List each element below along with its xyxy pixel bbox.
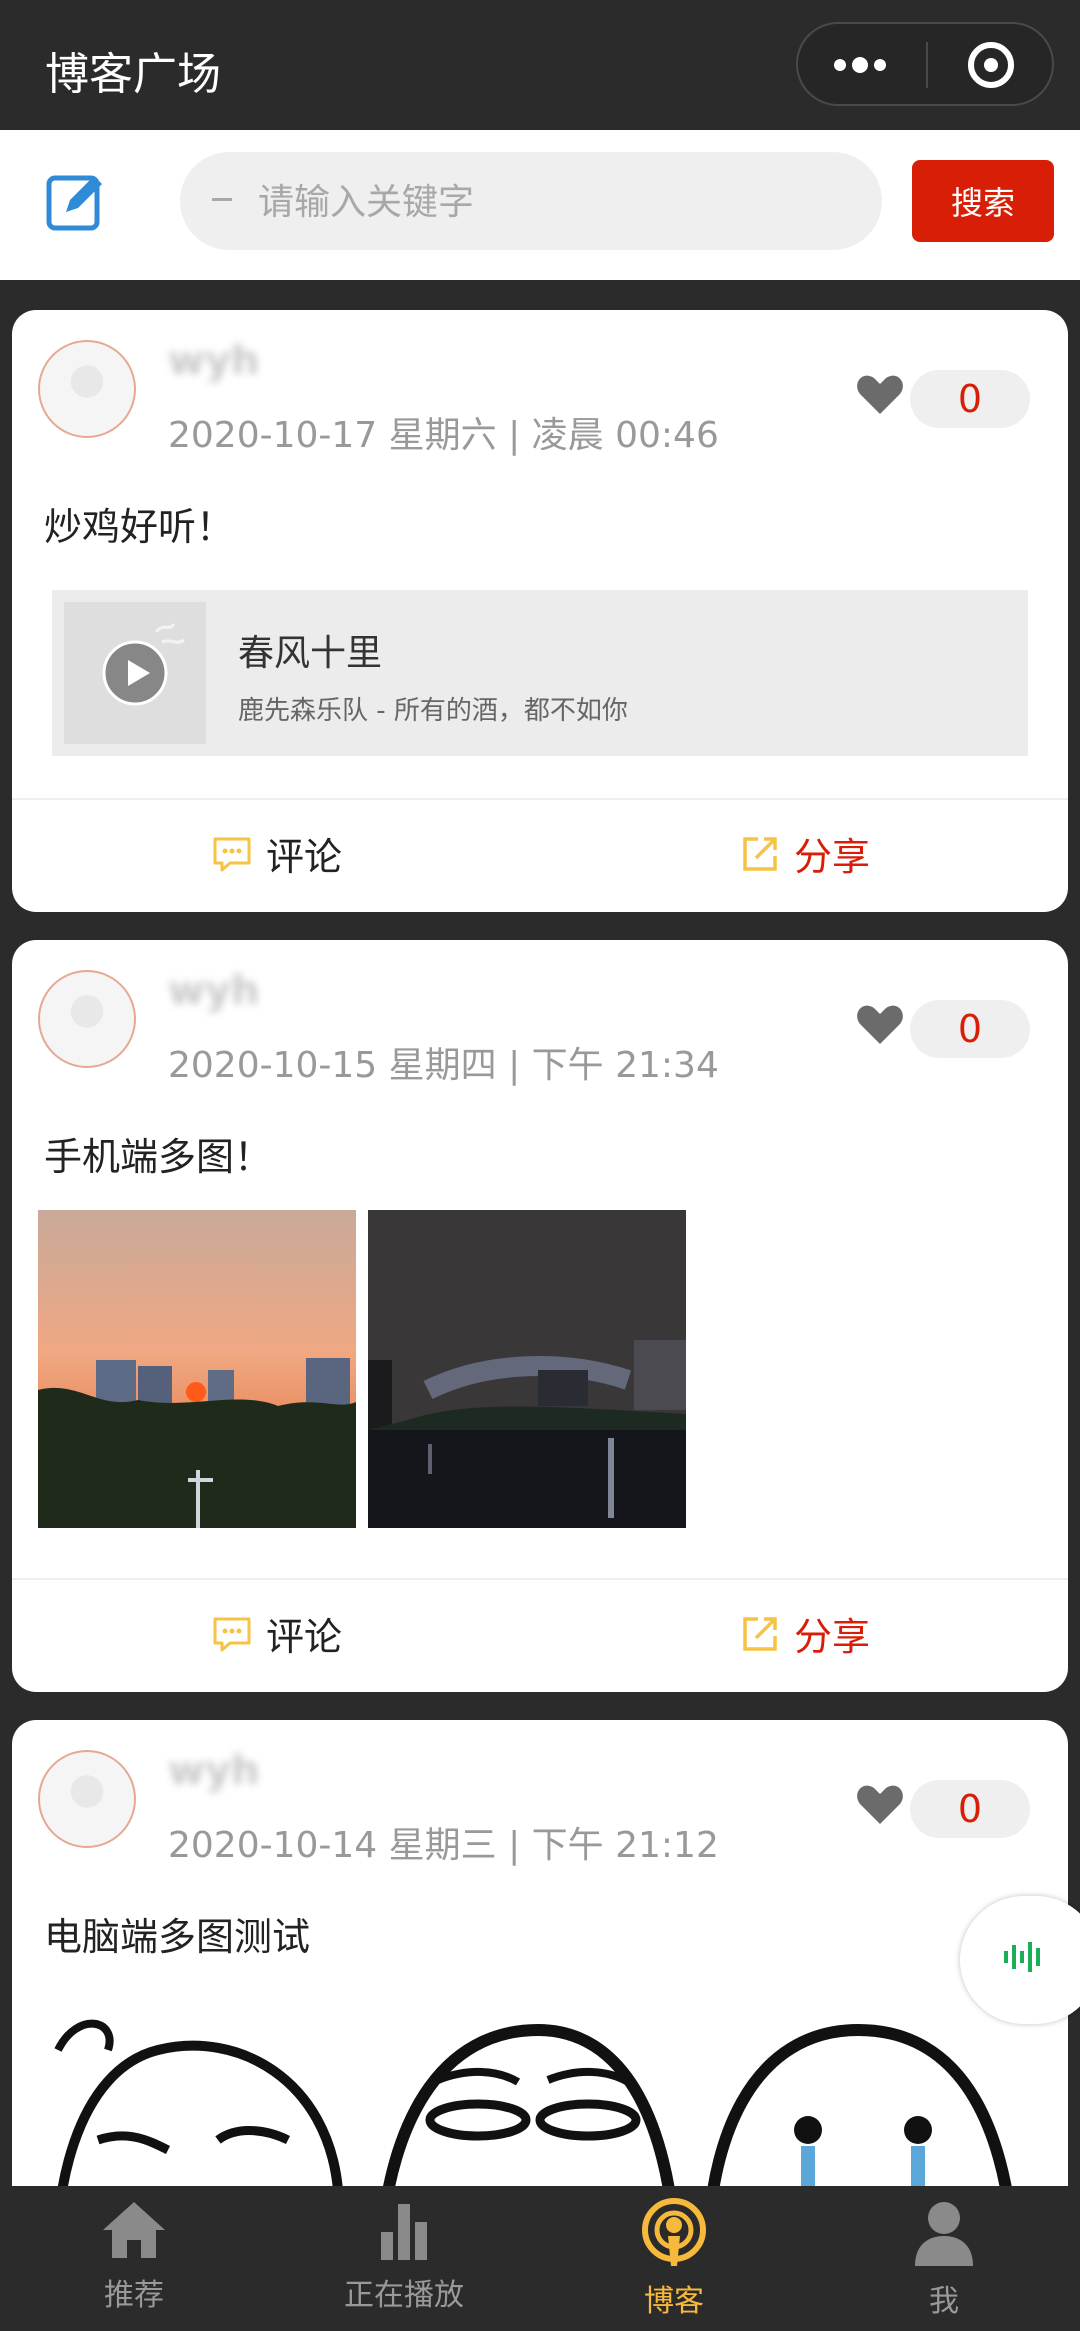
post-text: 手机端多图！ bbox=[44, 1135, 273, 1179]
post-image-sunset[interactable] bbox=[38, 1210, 356, 1528]
comment-button[interactable]: 评论 bbox=[212, 826, 342, 886]
action-bar: 评论 分享 bbox=[12, 798, 1068, 912]
username: wyh bbox=[168, 968, 260, 1014]
bar-chart-icon bbox=[381, 2204, 427, 2260]
search-bar: 搜索 bbox=[0, 130, 1080, 280]
song-artist: 鹿先森乐队 - 所有的酒，都不如你 bbox=[238, 696, 628, 726]
search-box bbox=[180, 152, 882, 250]
sound-wave-icon bbox=[1004, 1942, 1040, 1972]
post-text: 炒鸡好听！ bbox=[44, 505, 235, 549]
comment-button[interactable]: 评论 bbox=[212, 1606, 342, 1666]
action-bar: 评论 分享 bbox=[12, 1578, 1068, 1692]
avatar[interactable] bbox=[38, 970, 136, 1068]
search-input[interactable] bbox=[256, 176, 860, 228]
tab-recommend[interactable]: 推荐 bbox=[34, 2198, 234, 2314]
album-art bbox=[64, 602, 206, 744]
post-card: wyh 2020-10-15 星期四 | 下午 21:34 0 手机端多图！ 评… bbox=[12, 940, 1068, 1692]
song-title: 春风十里 bbox=[238, 633, 383, 674]
floating-music-button[interactable] bbox=[960, 1896, 1080, 2024]
comment-icon bbox=[213, 1617, 251, 1651]
page-title: 博客广场 bbox=[45, 49, 221, 100]
post-image-night-lake[interactable] bbox=[368, 1210, 686, 1528]
post-timestamp: 2020-10-17 星期六 | 凌晨 00:46 bbox=[168, 415, 719, 456]
share-label: 分享 bbox=[794, 1615, 871, 1659]
avatar[interactable] bbox=[38, 1750, 136, 1848]
tab-now-playing[interactable]: 正在播放 bbox=[304, 2198, 504, 2314]
post-card: wyh 2020-10-17 星期六 | 凌晨 00:46 0 炒鸡好听！ 春风… bbox=[12, 310, 1068, 912]
like-count[interactable]: 0 bbox=[910, 1780, 1030, 1838]
post-card: wyh 2020-10-14 星期三 | 下午 21:12 0 电脑端多图测试 bbox=[12, 1720, 1068, 2220]
tab-me[interactable]: 我 bbox=[844, 2198, 1044, 2320]
person-icon bbox=[915, 2202, 973, 2266]
username: wyh bbox=[168, 1748, 260, 1794]
close-target-icon[interactable] bbox=[968, 42, 1014, 88]
tab-label: 正在播放 bbox=[344, 2278, 464, 2313]
edit-post-icon[interactable] bbox=[44, 168, 110, 234]
tab-blog[interactable]: 博客 bbox=[574, 2198, 774, 2320]
share-button[interactable]: 分享 bbox=[740, 826, 870, 886]
search-button[interactable]: 搜索 bbox=[912, 160, 1054, 242]
previous-card-edge bbox=[12, 270, 1068, 280]
share-button[interactable]: 分享 bbox=[740, 1606, 870, 1666]
post-text: 电脑端多图测试 bbox=[44, 1915, 311, 1959]
comment-label: 评论 bbox=[266, 835, 343, 879]
tab-label: 推荐 bbox=[104, 2278, 164, 2313]
comment-label: 评论 bbox=[266, 1615, 343, 1659]
heart-icon[interactable] bbox=[856, 372, 904, 416]
home-icon bbox=[103, 2202, 165, 2258]
like-count[interactable]: 0 bbox=[910, 370, 1030, 428]
tab-bar: 推荐 正在播放 博客 我 bbox=[0, 2186, 1080, 2331]
tab-label: 博客 bbox=[644, 2284, 704, 2319]
share-icon bbox=[743, 836, 777, 871]
music-card[interactable]: 春风十里 鹿先森乐队 - 所有的酒，都不如你 bbox=[52, 590, 1028, 756]
share-label: 分享 bbox=[794, 835, 871, 879]
avatar[interactable] bbox=[38, 340, 136, 438]
share-icon bbox=[743, 1616, 777, 1651]
more-options-icon[interactable] bbox=[834, 54, 894, 74]
search-dash-icon bbox=[212, 198, 232, 201]
post-timestamp: 2020-10-14 星期三 | 下午 21:12 bbox=[168, 1825, 719, 1866]
podcast-icon bbox=[642, 2198, 706, 2266]
title-bar: 博客广场 bbox=[0, 0, 1080, 130]
username: wyh bbox=[168, 338, 260, 384]
mini-program-capsule bbox=[796, 22, 1054, 106]
play-icon[interactable] bbox=[102, 640, 168, 706]
tab-label: 我 bbox=[929, 2284, 959, 2319]
capsule-divider bbox=[926, 42, 928, 88]
comment-icon bbox=[213, 837, 251, 871]
heart-icon[interactable] bbox=[856, 1002, 904, 1046]
post-timestamp: 2020-10-15 星期四 | 下午 21:34 bbox=[168, 1045, 719, 1086]
like-count[interactable]: 0 bbox=[910, 1000, 1030, 1058]
heart-icon[interactable] bbox=[856, 1782, 904, 1826]
